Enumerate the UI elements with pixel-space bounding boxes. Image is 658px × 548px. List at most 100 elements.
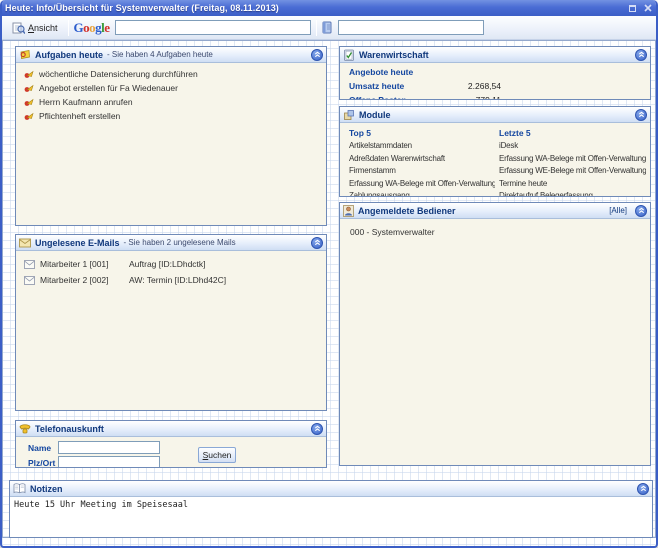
ww-row-label: Offene Posten xyxy=(349,95,435,99)
toolbar: Ansicht Google xyxy=(2,16,656,40)
email-sender: Mitarbeiter 2 [002] xyxy=(40,275,124,285)
phonebook-icon xyxy=(322,21,333,34)
chevron-up-icon xyxy=(314,239,321,246)
ww-row-label: Umsatz heute xyxy=(349,81,435,91)
module-item[interactable]: Artikelstammdaten xyxy=(349,140,495,153)
module-header: Module xyxy=(340,107,650,123)
warenwirtschaft-row[interactable]: Offene Posten 779,11 xyxy=(340,93,650,99)
suchen-button[interactable]: Suchen xyxy=(198,447,236,463)
email-subject: AW: Termin [ID:LDhd42C] xyxy=(129,275,226,285)
mail-icon xyxy=(19,238,31,248)
collapse-button[interactable] xyxy=(311,423,323,435)
letzte5-header: Letzte 5 xyxy=(499,127,646,140)
ww-row-label: Angebote heute xyxy=(349,67,435,77)
task-item[interactable]: Herrn Kaufmann anrufen xyxy=(16,95,326,109)
package-icon xyxy=(343,109,355,121)
phone-lookup-input[interactable] xyxy=(338,20,484,35)
collapse-button[interactable] xyxy=(637,483,649,495)
collapse-button[interactable] xyxy=(635,205,647,217)
module-item[interactable]: Firmenstamm xyxy=(349,165,495,178)
ww-row-value: 2.268,54 xyxy=(435,81,501,91)
notebook-icon xyxy=(13,483,26,494)
module-item[interactable]: Erfassung WA-Belege mit Offen-Verwaltung xyxy=(499,153,646,166)
toolbar-separator xyxy=(316,20,317,36)
google-logo: Google xyxy=(74,21,110,34)
bediener-header: Angemeldete Bediener [Alle] xyxy=(340,203,650,219)
panel-warenwirtschaft: Warenwirtschaft Angebote heute Umsatz he… xyxy=(339,46,651,100)
ansicht-button[interactable]: Ansicht xyxy=(7,18,63,37)
module-item[interactable]: Zahlungsausgang xyxy=(349,190,495,196)
panel-title: Angemeldete Bediener xyxy=(358,206,456,216)
emails-header: Ungelesene E-Mails - Sie haben 2 ungeles… xyxy=(16,235,326,251)
warenwirtschaft-header: Warenwirtschaft xyxy=(340,47,650,63)
chevron-up-icon xyxy=(314,425,321,432)
email-sender: Mitarbeiter 1 [001] xyxy=(40,259,124,269)
panel-notizen: Notizen Heute 15 Uhr Meeting im Speisesa… xyxy=(9,480,653,538)
close-icon xyxy=(644,4,652,12)
warenwirtschaft-row[interactable]: Angebote heute xyxy=(340,65,650,79)
ww-row-value: 779,11 xyxy=(435,95,501,99)
name-input[interactable] xyxy=(58,441,160,454)
restore-icon xyxy=(629,5,636,12)
task-item[interactable]: Pflichtenheft erstellen xyxy=(16,109,326,123)
ansicht-label: Ansicht xyxy=(28,23,58,33)
chevron-up-icon xyxy=(640,485,647,492)
task-icon xyxy=(24,111,34,121)
panel-subtitle: - Sie haben 2 ungelesene Mails xyxy=(124,238,236,247)
panel-telefonauskunft: Telefonauskunft Name Plz/Ort Suchen xyxy=(15,420,327,468)
bediener-item: 000 - Systemverwalter xyxy=(340,219,650,237)
module-item[interactable]: Adreßdaten Warenwirtschaft xyxy=(349,153,495,166)
task-item[interactable]: Angebot erstellen für Fa Wiedenauer xyxy=(16,81,326,95)
panel-title: Telefonauskunft xyxy=(35,424,104,434)
user-icon xyxy=(343,205,354,217)
chevron-up-icon xyxy=(638,111,645,118)
warenwirtschaft-row[interactable]: Umsatz heute 2.268,54 xyxy=(340,79,650,93)
module-item[interactable]: Erfassung WE-Belege mit Offen-Verwaltung xyxy=(499,165,646,178)
toolbar-separator xyxy=(68,20,69,36)
alle-link[interactable]: [Alle] xyxy=(609,206,627,215)
close-window-button[interactable] xyxy=(642,3,653,14)
dashboard-area: Aufgaben heute - Sie haben 4 Aufgaben he… xyxy=(2,40,656,546)
panel-aufgaben-heute: Aufgaben heute - Sie haben 4 Aufgaben he… xyxy=(15,46,327,226)
envelope-icon xyxy=(24,276,35,285)
plz-ort-label: Plz/Ort xyxy=(16,458,58,468)
telefon-header: Telefonauskunft xyxy=(16,421,326,437)
top5-header: Top 5 xyxy=(349,127,495,140)
panel-title: Notizen xyxy=(30,484,63,494)
clipboard-check-icon xyxy=(343,49,355,61)
app-window: Heute: Info/Übersicht für Systemverwalte… xyxy=(0,0,658,548)
collapse-button[interactable] xyxy=(311,49,323,61)
panel-title: Ungelesene E-Mails xyxy=(35,238,120,248)
module-item[interactable]: iDesk xyxy=(499,140,646,153)
chevron-up-icon xyxy=(314,51,321,58)
chevron-up-icon xyxy=(638,51,645,58)
panel-title: Aufgaben heute xyxy=(35,50,103,60)
module-item[interactable]: Erfassung WA-Belege mit Offen-Verwaltung xyxy=(349,178,495,191)
collapse-button[interactable] xyxy=(635,49,647,61)
notes-textarea[interactable]: Heute 15 Uhr Meeting im Speisesaal xyxy=(10,497,652,537)
panel-title: Module xyxy=(359,110,391,120)
task-icon xyxy=(24,83,34,93)
module-item[interactable]: Direktaufruf Belegerfassung xyxy=(499,190,646,196)
title-bar: Heute: Info/Übersicht für Systemverwalte… xyxy=(0,0,658,16)
panel-angemeldete-bediener: Angemeldete Bediener [Alle] 000 - System… xyxy=(339,202,651,466)
panel-title: Warenwirtschaft xyxy=(359,50,429,60)
task-icon xyxy=(24,97,34,107)
envelope-icon xyxy=(24,260,35,269)
name-label: Name xyxy=(16,443,58,453)
google-search-input[interactable] xyxy=(115,20,311,35)
task-item[interactable]: wöchentliche Datensicherung durchführen xyxy=(16,67,326,81)
aufgaben-header: Aufgaben heute - Sie haben 4 Aufgaben he… xyxy=(16,47,326,63)
panel-ungelesene-emails: Ungelesene E-Mails - Sie haben 2 ungeles… xyxy=(15,234,327,411)
email-item[interactable]: Mitarbeiter 1 [001] Auftrag [ID:LDhdctk] xyxy=(16,256,326,272)
collapse-button[interactable] xyxy=(635,109,647,121)
email-item[interactable]: Mitarbeiter 2 [002] AW: Termin [ID:LDhd4… xyxy=(16,272,326,288)
chevron-up-icon xyxy=(638,207,645,214)
restore-window-button[interactable] xyxy=(627,3,638,14)
collapse-button[interactable] xyxy=(311,237,323,249)
panel-module: Module Top 5 Letzte 5 Artikelstammdaten … xyxy=(339,106,651,197)
module-item[interactable]: Termine heute xyxy=(499,178,646,191)
plz-ort-input[interactable] xyxy=(58,456,160,467)
panel-subtitle: - Sie haben 4 Aufgaben heute xyxy=(107,50,213,59)
notizen-header: Notizen xyxy=(10,481,652,497)
